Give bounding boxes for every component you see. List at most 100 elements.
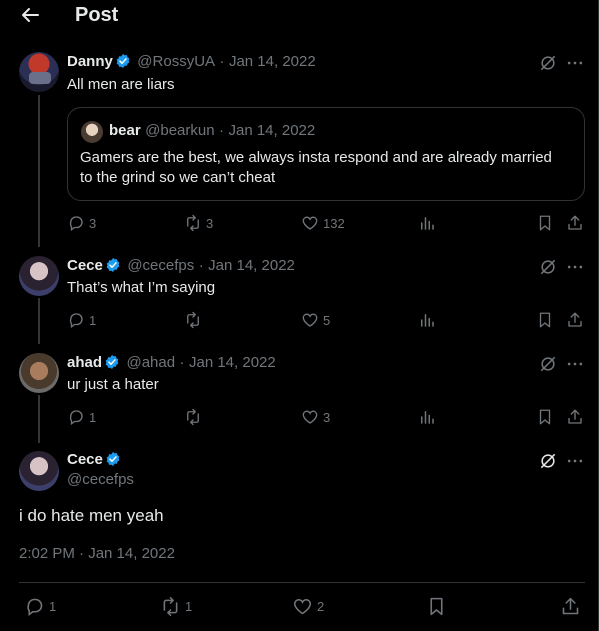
share-icon <box>566 311 584 329</box>
quote-text-line: Gamers are the best, we always insta res… <box>80 149 552 166</box>
repost-button[interactable] <box>184 311 206 329</box>
reply-count: 1 <box>89 409 97 425</box>
display-name[interactable]: Cece <box>67 257 103 274</box>
more-icon[interactable] <box>565 451 585 471</box>
tweet-header: ahad @ahad · Jan 14, 2022 <box>67 354 276 372</box>
post-date[interactable]: Jan 14, 2022 <box>189 354 276 371</box>
display-name[interactable]: ahad <box>67 354 102 371</box>
grok-icon[interactable] <box>538 53 558 73</box>
tweet-text: ur just a hater <box>67 376 159 393</box>
repost-count: 3 <box>206 215 214 231</box>
bookmark-button[interactable] <box>536 408 558 426</box>
quote-text-line: to the grind so we can’t cheat <box>80 169 276 186</box>
main-tweet-text: i do hate men yeah <box>19 506 164 525</box>
reply-button[interactable]: 1 <box>24 596 56 617</box>
more-icon[interactable] <box>565 53 585 73</box>
tweet-text: All men are liars <box>67 76 175 93</box>
more-icon[interactable] <box>565 257 585 277</box>
avatar[interactable] <box>19 256 59 296</box>
separator: · <box>219 122 225 139</box>
handle[interactable]: @cecefps <box>67 471 134 488</box>
more-icon[interactable] <box>565 354 585 374</box>
views-button[interactable] <box>418 311 440 329</box>
display-name[interactable]: Danny <box>67 53 113 70</box>
like-count: 132 <box>323 215 345 231</box>
reply-icon <box>67 311 85 329</box>
share-button[interactable] <box>566 408 588 426</box>
reply-icon <box>67 214 85 232</box>
share-button[interactable] <box>560 596 585 617</box>
tweet-header: Cece @cecefps · Jan 14, 2022 <box>67 257 295 275</box>
repost-button[interactable]: 3 <box>184 214 213 232</box>
bookmark-button[interactable] <box>536 311 558 329</box>
like-count: 2 <box>317 599 325 614</box>
post-date[interactable]: Jan 14, 2022 <box>208 257 295 274</box>
verified-icon <box>105 257 121 273</box>
like-button[interactable]: 5 <box>301 311 330 329</box>
repost-button[interactable]: 1 <box>160 596 192 617</box>
reply-count: 1 <box>49 599 57 614</box>
share-button[interactable] <box>566 214 588 232</box>
verified-icon <box>105 451 121 467</box>
handle[interactable]: @ahad <box>126 354 175 371</box>
separator: · <box>179 354 185 371</box>
like-icon <box>292 596 313 617</box>
like-button[interactable]: 3 <box>301 408 330 426</box>
handle[interactable]: @cecefps <box>127 257 194 274</box>
share-icon <box>566 214 584 232</box>
grok-icon[interactable] <box>538 257 558 277</box>
reply-button[interactable]: 1 <box>67 311 96 329</box>
display-name[interactable]: Cece <box>67 451 103 468</box>
post-date[interactable]: Jan 14, 2022 <box>229 53 316 70</box>
post-date: Jan 14, 2022 <box>228 122 316 139</box>
thread-line <box>38 298 40 344</box>
reply-icon <box>24 596 45 617</box>
reply-button[interactable]: 1 <box>67 408 96 426</box>
bookmark-icon <box>426 596 447 617</box>
views-icon <box>418 311 436 329</box>
repost-icon <box>184 408 202 426</box>
handle[interactable]: @RossyUA <box>137 53 215 70</box>
share-button[interactable] <box>566 311 588 329</box>
grok-icon[interactable] <box>538 451 558 471</box>
repost-button[interactable] <box>184 408 206 426</box>
post-timestamp[interactable]: 2:02 PM · Jan 14, 2022 <box>19 545 175 562</box>
main-author: Cece <box>67 451 123 469</box>
like-button[interactable]: 2 <box>292 596 324 617</box>
thread-line <box>38 95 40 247</box>
like-icon <box>301 311 319 329</box>
grok-icon[interactable] <box>538 354 558 374</box>
repost-icon <box>184 214 202 232</box>
repost-icon <box>184 311 202 329</box>
like-button[interactable]: 132 <box>301 214 345 232</box>
bookmark-button[interactable] <box>426 596 451 617</box>
separator: · <box>198 257 204 274</box>
bookmark-icon <box>536 214 554 232</box>
page-title: Post <box>75 4 119 26</box>
reply-count: 1 <box>89 312 97 328</box>
thread-line <box>38 395 40 443</box>
share-icon <box>560 596 581 617</box>
verified-icon <box>115 53 131 69</box>
bookmark-icon <box>536 311 554 329</box>
divider <box>19 582 585 583</box>
bookmark-button[interactable] <box>536 214 558 232</box>
display-name: bear <box>109 122 141 139</box>
avatar[interactable] <box>19 451 59 491</box>
repost-count: 1 <box>185 599 193 614</box>
handle: @bearkun <box>145 122 215 139</box>
reply-icon <box>67 408 85 426</box>
header: Post <box>0 0 599 32</box>
like-icon <box>301 214 319 232</box>
back-arrow-icon[interactable] <box>18 3 42 27</box>
like-count: 3 <box>323 409 331 425</box>
tweet-text: That’s what I’m saying <box>67 279 216 296</box>
reply-button[interactable]: 3 <box>67 214 96 232</box>
avatar[interactable] <box>19 353 59 393</box>
views-button[interactable] <box>418 408 440 426</box>
views-icon <box>418 214 436 232</box>
views-button[interactable] <box>418 214 440 232</box>
avatar[interactable] <box>19 52 59 92</box>
views-icon <box>418 408 436 426</box>
separator: · <box>219 53 225 70</box>
